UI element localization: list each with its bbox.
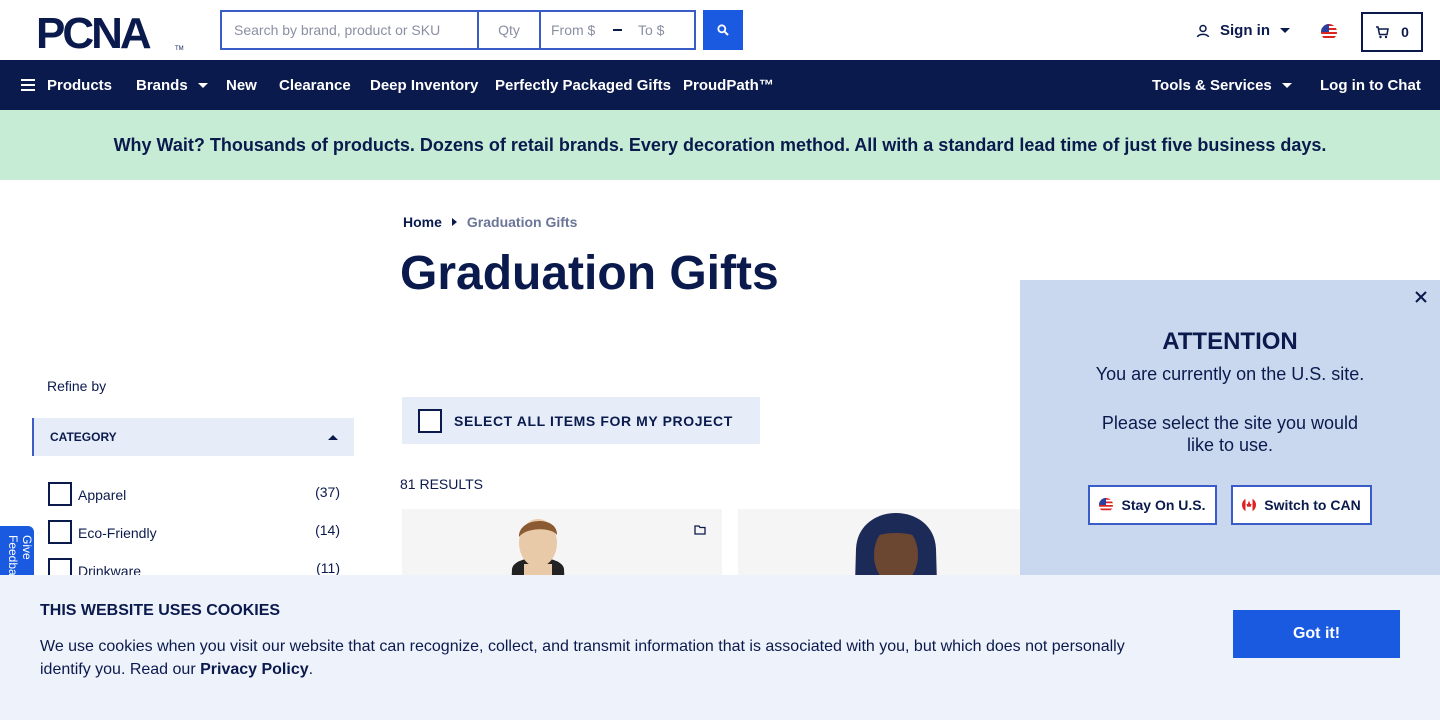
cart-icon	[1376, 25, 1389, 38]
promo-text: Why Wait? Thousands of products. Dozens …	[113, 134, 1327, 155]
search-button[interactable]	[703, 10, 743, 50]
nav-products[interactable]: Products	[21, 60, 112, 110]
cookie-text: We use cookies when you visit our websit…	[40, 635, 1150, 681]
canada-flag-icon	[1242, 498, 1257, 512]
region-modal: ATTENTION You are currently on the U.S. …	[1020, 280, 1440, 580]
chevron-up-icon	[328, 435, 338, 440]
nav-brands[interactable]: Brands	[136, 60, 208, 110]
price-range	[540, 10, 696, 50]
got-it-button[interactable]: Got it!	[1233, 610, 1400, 658]
category-header-label: CATEGORY	[50, 430, 117, 444]
nav-clearance[interactable]: Clearance	[279, 60, 351, 110]
menu-icon	[21, 79, 35, 91]
cookie-text-end: .	[308, 661, 314, 678]
price-dash	[613, 29, 622, 31]
results-count: 81 RESULTS	[400, 476, 483, 492]
category-filter-header[interactable]: CATEGORY	[32, 418, 354, 456]
page-title: Graduation Gifts	[400, 247, 779, 300]
nav-proudpath[interactable]: ProudPath™	[683, 60, 774, 110]
stay-on-us-button[interactable]: Stay On U.S.	[1088, 485, 1217, 525]
breadcrumb: Home Graduation Gifts	[403, 214, 577, 230]
select-all-checkbox[interactable]	[418, 408, 442, 433]
svg-text:TM: TM	[175, 46, 184, 52]
cookie-title: THIS WEBSITE USES COOKIES	[40, 602, 281, 619]
close-icon[interactable]	[1414, 290, 1428, 304]
breadcrumb-current: Graduation Gifts	[466, 214, 578, 230]
nav-new[interactable]: New	[226, 60, 257, 110]
chevron-down-icon	[1281, 82, 1292, 88]
cart-button[interactable]: 0	[1361, 12, 1423, 52]
main-nav: Products Brands New Clearance Deep Inven…	[0, 60, 1440, 110]
select-all-label: SELECT ALL ITEMS FOR MY PROJECT	[454, 412, 733, 429]
nav-tools-label: Tools & Services	[1152, 76, 1272, 94]
logo-text: PCNA	[36, 12, 151, 52]
modal-title: ATTENTION	[1162, 328, 1298, 355]
refine-label: Refine by	[47, 378, 107, 394]
privacy-policy-link[interactable]: Privacy Policy	[200, 661, 309, 678]
price-from-input[interactable]	[541, 12, 607, 48]
cart-count: 0	[1401, 24, 1409, 40]
top-header: PCNA TM Sign in	[0, 0, 1440, 60]
select-all-items[interactable]: SELECT ALL ITEMS FOR MY PROJECT	[402, 397, 760, 444]
nav-tools-services[interactable]: Tools & Services	[1152, 60, 1292, 110]
promo-banner: Why Wait? Thousands of products. Dozens …	[0, 110, 1440, 180]
stay-on-us-label: Stay On U.S.	[1121, 497, 1206, 513]
modal-current-site-text: You are currently on the U.S. site.	[1095, 364, 1365, 384]
cookie-banner: THIS WEBSITE USES COOKIES We use cookies…	[0, 575, 1440, 720]
pcna-logo[interactable]: PCNA TM	[36, 12, 184, 52]
nav-brands-label: Brands	[136, 76, 188, 94]
nav-log-in-chat[interactable]: Log in to Chat	[1320, 60, 1421, 110]
qty-input[interactable]	[478, 10, 540, 50]
modal-select-site-text: Please select the site you would like to…	[1101, 413, 1359, 455]
sign-in-label: Sign in	[1220, 22, 1270, 39]
category-label: Eco-Friendly	[78, 525, 157, 541]
category-item[interactable]: Apparel (37)	[48, 482, 340, 520]
chevron-right-icon	[451, 218, 457, 226]
chevron-down-icon	[1280, 28, 1290, 33]
category-count: (11)	[316, 560, 340, 576]
sign-in-menu[interactable]: Sign in	[1196, 22, 1290, 39]
checkbox[interactable]	[48, 482, 72, 506]
price-to-input[interactable]	[628, 12, 694, 48]
user-icon	[1196, 24, 1210, 37]
chevron-down-icon	[197, 82, 208, 88]
category-count: (37)	[315, 484, 340, 500]
nav-perfectly-packaged-gifts[interactable]: Perfectly Packaged Gifts	[495, 60, 671, 110]
switch-to-can-label: Switch to CAN	[1264, 497, 1361, 513]
nav-products-label: Products	[47, 76, 113, 94]
switch-to-can-button[interactable]: Switch to CAN	[1231, 485, 1372, 525]
search-input[interactable]	[220, 10, 478, 50]
folder-icon[interactable]	[694, 525, 706, 535]
search-group	[220, 10, 696, 50]
category-count: (14)	[315, 522, 340, 538]
us-flag-icon[interactable]	[1321, 24, 1337, 40]
search-icon	[717, 24, 729, 36]
breadcrumb-home[interactable]: Home	[403, 214, 442, 230]
us-flag-icon	[1099, 498, 1114, 512]
category-item[interactable]: Eco-Friendly (14)	[48, 520, 340, 558]
checkbox[interactable]	[48, 520, 72, 544]
nav-deep-inventory[interactable]: Deep Inventory	[370, 60, 478, 110]
category-label: Apparel	[78, 487, 127, 503]
